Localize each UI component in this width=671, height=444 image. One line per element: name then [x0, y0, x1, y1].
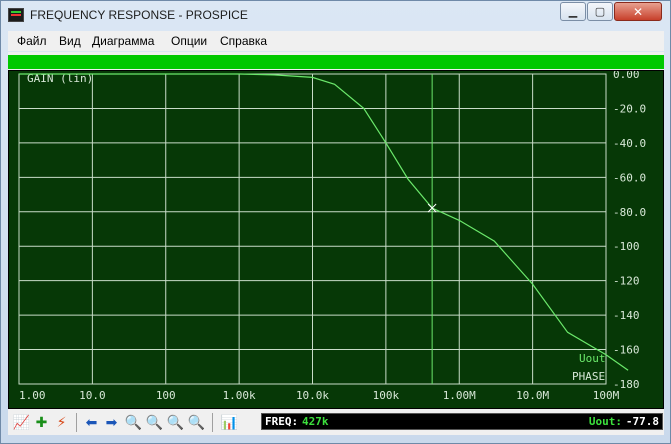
- bottom-toolbar: 📈 ✚ ⚡ ⬅ ➡ 🔍 🔍 🔍 🔍 📊 FREQ: 427k Uout: -77…: [8, 410, 664, 435]
- x-tick-label: 10.0k: [296, 389, 329, 402]
- y-tick-label: -40.0: [613, 137, 646, 150]
- menu-file[interactable]: Файл: [17, 34, 47, 48]
- run-simulation-icon[interactable]: ⚡: [52, 412, 71, 432]
- window-title: FREQUENCY RESPONSE - PROSPICE: [30, 8, 248, 22]
- legend-uout: Uout: [579, 352, 606, 365]
- frequency-graph[interactable]: 1.00 10.0 100 1.00k 10.0k 100k 1.00M 10.0M 100M 0…: [8, 68, 664, 409]
- toolbar-separator: [76, 413, 77, 432]
- x-tick-label: 1.00k: [223, 389, 256, 402]
- status-bar: FREQ: 427k Uout: -77.8: [261, 413, 663, 430]
- zoom-in-icon[interactable]: 🔍: [124, 412, 143, 432]
- x-tick-label: 10.0: [79, 389, 106, 402]
- uout-series-line: [19, 73, 629, 371]
- app-icon: [8, 8, 24, 22]
- menu-graph[interactable]: Диаграмма: [92, 34, 154, 48]
- menu-help[interactable]: Справка: [220, 34, 267, 48]
- maximize-button[interactable]: ▢: [587, 2, 613, 21]
- graph-settings-icon[interactable]: 📊: [220, 412, 239, 432]
- x-tick-label: 1.00M: [443, 389, 476, 402]
- minimize-button[interactable]: ▁: [560, 2, 586, 21]
- minimize-icon: ▁: [568, 6, 578, 18]
- y-tick-label: -60.0: [613, 171, 646, 184]
- value-label: Uout:: [588, 415, 622, 428]
- prospice-window: FREQUENCY RESPONSE - PROSPICE ▁ ▢ ✕ Файл…: [0, 0, 671, 444]
- zoom-area-icon[interactable]: 🔍: [187, 412, 206, 432]
- freq-label: FREQ:: [265, 415, 299, 428]
- y-tick-label: -140: [613, 309, 640, 322]
- legend-phase: PHASE: [572, 370, 605, 383]
- x-tick-label: 1.00: [19, 389, 46, 402]
- close-button[interactable]: ✕: [614, 2, 662, 21]
- zoom-out-icon[interactable]: 🔍: [145, 412, 164, 432]
- x-tick-label: 10.0M: [516, 389, 549, 402]
- freq-value: 427k: [302, 415, 329, 428]
- graph-title-strip[interactable]: [8, 55, 664, 69]
- y-tick-label: -120: [613, 275, 640, 288]
- y-tick-label: -160: [613, 344, 640, 357]
- toolbar-separator: [212, 413, 213, 432]
- x-tick-label: 100: [156, 389, 176, 402]
- title-bar[interactable]: FREQUENCY RESPONSE - PROSPICE ▁ ▢ ✕: [1, 1, 670, 31]
- y-tick-label: -180: [613, 378, 640, 391]
- menu-options[interactable]: Опции: [171, 34, 207, 48]
- maximize-icon: ▢: [594, 6, 606, 18]
- graph-icon[interactable]: 📈: [12, 412, 31, 432]
- zoom-full-icon[interactable]: 🔍: [166, 412, 185, 432]
- y-tick-label: -20.0: [613, 102, 646, 115]
- x-tick-label: 100k: [373, 389, 400, 402]
- y-tick-label: -80.0: [613, 206, 646, 219]
- menu-bar: Файл Вид Диаграмма Опции Справка: [8, 31, 664, 51]
- client-area: 1.00 10.0 100 1.00k 10.0k 100k 1.00M 10.0M 100M 0…: [8, 52, 664, 435]
- menu-view[interactable]: Вид: [59, 34, 81, 48]
- frequency-chart-svg[interactable]: 1.00 10.0 100 1.00k 10.0k 100k 1.00M 10.0M 100M0…: [9, 68, 663, 408]
- close-icon: ✕: [632, 4, 644, 19]
- add-trace-icon[interactable]: ✚: [32, 412, 51, 432]
- value-readout: -77.8: [625, 415, 659, 428]
- y-tick-label: -100: [613, 240, 640, 253]
- back-arrow-icon[interactable]: ⬅: [82, 412, 101, 432]
- forward-arrow-icon[interactable]: ➡: [102, 412, 121, 432]
- y-tick-label: 0.00: [613, 71, 640, 81]
